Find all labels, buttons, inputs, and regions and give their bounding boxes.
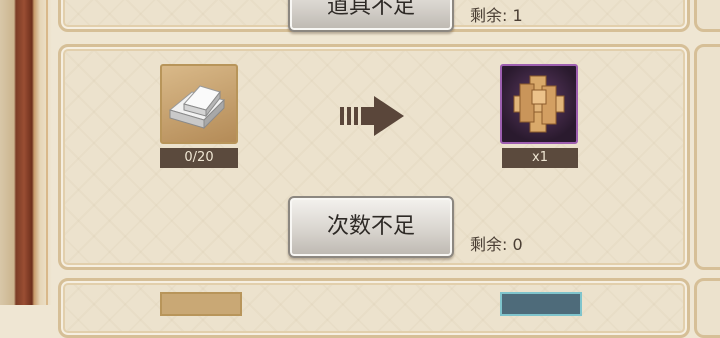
output-item-slot[interactable] bbox=[500, 292, 582, 316]
wooden-puzzle-icon bbox=[513, 75, 565, 133]
output-item-count: x1 bbox=[502, 148, 578, 168]
right-card-edge bbox=[694, 0, 720, 32]
input-item-slot[interactable] bbox=[160, 292, 242, 316]
exchange-row-card bbox=[58, 278, 690, 338]
remaining-count: 剩余: 1 bbox=[470, 6, 523, 25]
input-item-slot[interactable] bbox=[160, 64, 238, 144]
left-wood-frame bbox=[0, 0, 52, 305]
insufficient-attempts-button[interactable]: 次数不足 bbox=[288, 196, 454, 258]
input-item-count: 0/20 bbox=[160, 148, 238, 168]
right-card-edge bbox=[694, 278, 720, 338]
arrow-right-icon bbox=[340, 96, 404, 136]
insufficient-items-button[interactable]: 道具不足 bbox=[288, 0, 454, 32]
output-item-slot[interactable] bbox=[500, 64, 578, 144]
right-card-edge bbox=[694, 44, 720, 270]
remaining-count: 剩余: 0 bbox=[470, 235, 523, 254]
silver-ingot-icon bbox=[168, 85, 225, 130]
